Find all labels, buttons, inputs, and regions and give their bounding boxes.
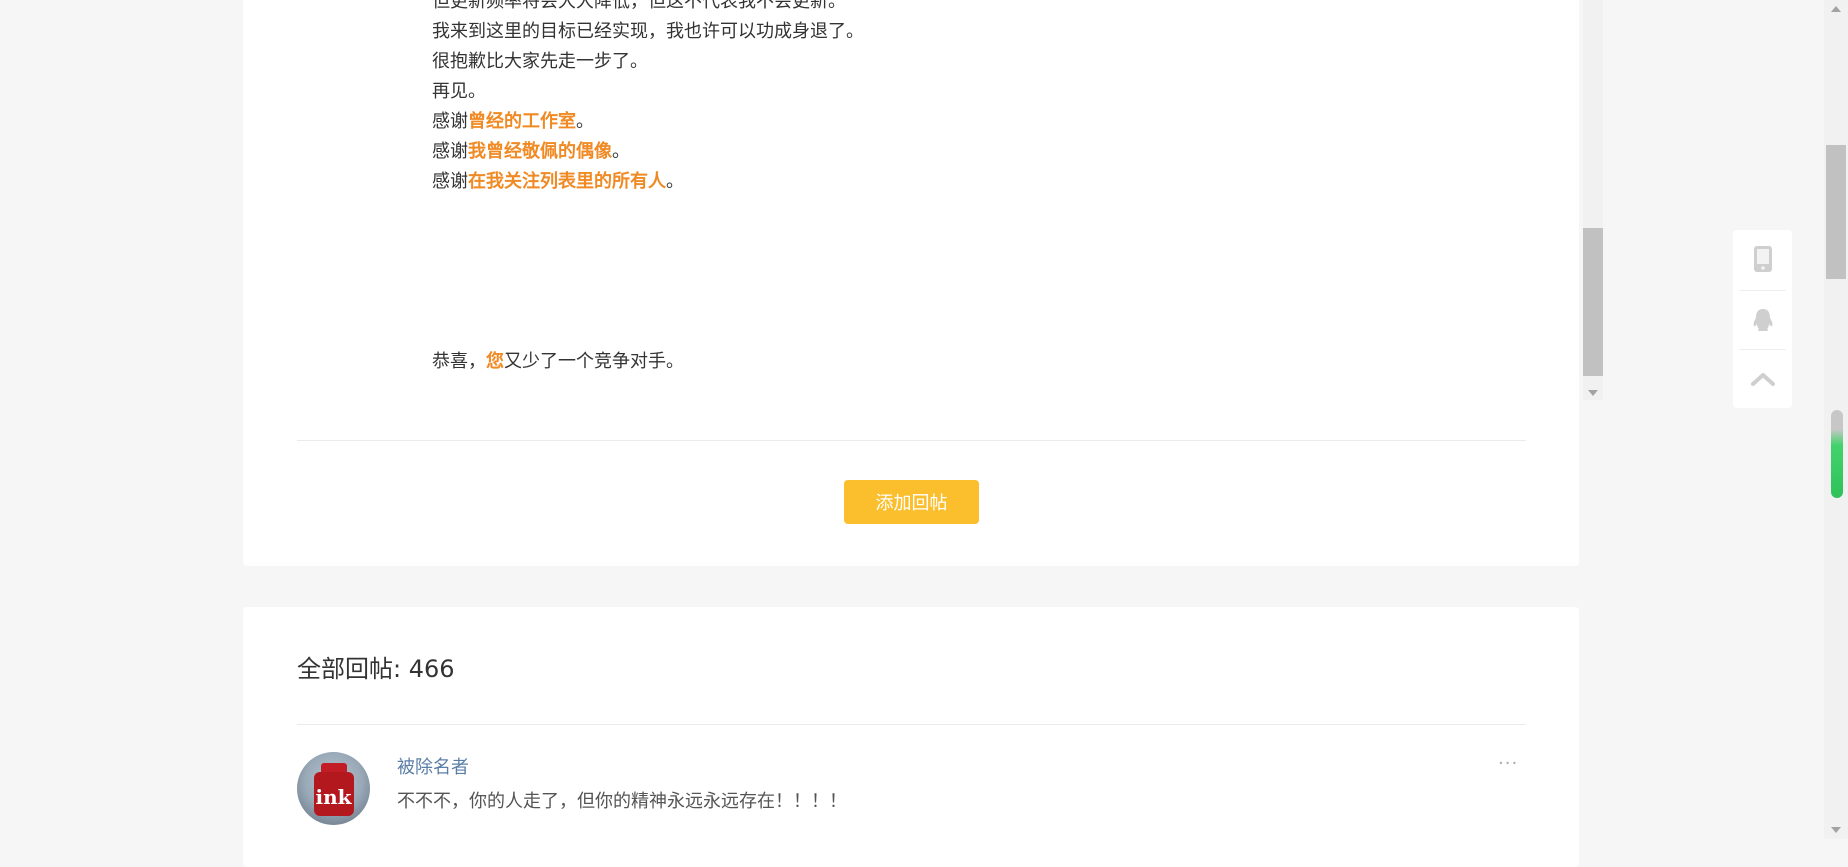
post-text: 我来到这里的目标已经实现，我也许可以功成身退了。 xyxy=(432,21,864,42)
highlighted-text: 在我关注列表里的所有人 xyxy=(468,171,666,192)
divider xyxy=(297,724,1526,725)
scroll-down-arrow-icon[interactable] xyxy=(1588,390,1598,396)
highlighted-text: 我曾经敬佩的偶像 xyxy=(468,141,612,162)
post-text: 恭喜， xyxy=(432,351,486,372)
highlighted-text: 曾经的工作室 xyxy=(468,111,576,132)
replies-card: 全部回帖: 466 ink 被除名者 不不不，你的人走了，但你的精神永远永远存在… xyxy=(243,607,1579,867)
post-text: 。 xyxy=(612,141,630,162)
post-text: 感谢 xyxy=(432,111,468,132)
qq-button[interactable] xyxy=(1733,291,1792,349)
mobile-button[interactable] xyxy=(1733,230,1792,288)
scroll-up-arrow-icon[interactable] xyxy=(1831,6,1841,12)
qq-icon xyxy=(1753,309,1772,331)
replies-count-title: 全部回帖: 466 xyxy=(297,655,455,683)
post-scrollbar[interactable] xyxy=(1583,0,1603,400)
post-card: 但更新频率将会大大降低，但这不代表我不会更新。 我来到这里的目标已经实现，我也许… xyxy=(243,0,1603,566)
divider xyxy=(297,440,1526,441)
mobile-icon xyxy=(1753,246,1772,272)
post-line: 我来到这里的目标已经实现，我也许可以功成身退了。 xyxy=(432,20,864,44)
back-to-top-icon xyxy=(1750,373,1775,386)
post-text: 很抱歉比大家先走一步了。 xyxy=(432,51,648,72)
post-line: 感谢我曾经敬佩的偶像。 xyxy=(432,140,630,164)
side-toolbar xyxy=(1733,230,1792,408)
more-options-icon[interactable]: ··· xyxy=(1498,753,1518,774)
reply-author-link[interactable]: 被除名者 xyxy=(397,753,469,779)
post-line: 恭喜，您又少了一个竞争对手。 xyxy=(432,350,684,374)
post-text: 再见。 xyxy=(432,81,486,102)
post-line: 感谢曾经的工作室。 xyxy=(432,110,594,134)
post-text: 感谢 xyxy=(432,141,468,162)
post-line: 但更新频率将会大大降低，但这不代表我不会更新。 xyxy=(432,0,846,14)
post-text: 。 xyxy=(576,111,594,132)
post-text: 感谢 xyxy=(432,171,468,192)
page-scrollbar-thumb[interactable] xyxy=(1826,145,1846,279)
post-text: 又少了一个竞争对手。 xyxy=(504,351,684,372)
post-line: 很抱歉比大家先走一步了。 xyxy=(432,50,648,74)
reply-text: 不不不，你的人走了，但你的精神永远永远存在！！！！ xyxy=(397,791,847,812)
post-line: 再见。 xyxy=(432,80,486,104)
post-content-scroll[interactable]: 但更新频率将会大大降低，但这不代表我不会更新。 我来到这里的目标已经实现，我也许… xyxy=(432,0,1661,410)
scroll-down-arrow-icon[interactable] xyxy=(1831,827,1841,833)
post-line: 感谢在我关注列表里的所有人。 xyxy=(432,170,684,194)
post-text: 但更新频率将会大大降低，但这不代表我不会更新。 xyxy=(432,0,846,12)
reading-progress-indicator xyxy=(1831,410,1843,498)
post-scrollbar-thumb[interactable] xyxy=(1583,228,1603,376)
avatar[interactable]: ink xyxy=(297,752,370,825)
avatar-brand-text: ink xyxy=(315,785,352,809)
back-to-top-button[interactable] xyxy=(1733,350,1792,408)
post-text: 。 xyxy=(666,171,684,192)
highlighted-text: 您 xyxy=(486,351,504,372)
add-reply-button[interactable]: 添加回帖 xyxy=(844,480,979,524)
